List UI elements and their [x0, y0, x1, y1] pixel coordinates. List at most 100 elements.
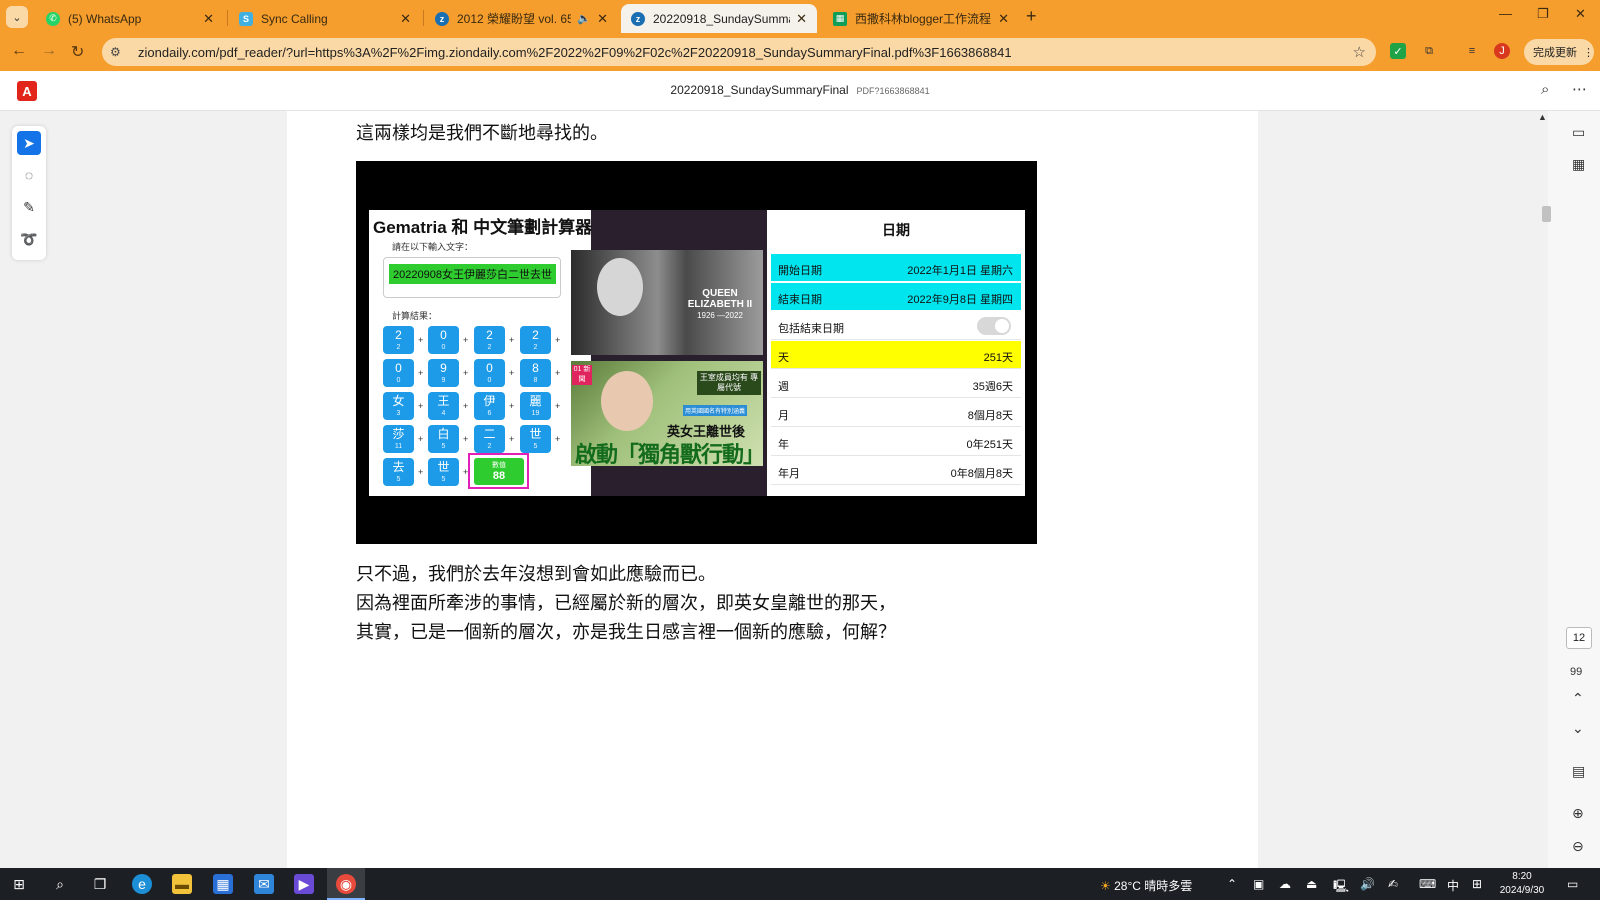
new-tab-button[interactable]: + — [1026, 6, 1037, 27]
queen-portrait-photo: QUEEN ELIZABETH II 1926 —2022 — [571, 250, 763, 355]
whatsapp-icon: ✆ — [46, 11, 60, 26]
lasso-icon[interactable]: ➰ — [17, 227, 41, 251]
right-rail — [1548, 111, 1600, 868]
gematria-cell: 00 — [474, 359, 505, 387]
clock[interactable]: 8:20 2024/9/30 — [1497, 870, 1547, 898]
paragraph-line: 其實，已是一個新的層次，亦是我生日感言裡一個新的應驗，何解？ — [356, 622, 896, 643]
ime-indicator[interactable]: 中 — [1447, 877, 1459, 894]
address-bar[interactable]: ⚙ ziondaily.com/pdf_reader/?url=https%3A… — [102, 38, 1376, 66]
forward-icon[interactable]: → — [41, 42, 57, 60]
task-view-icon[interactable]: ❐ — [90, 874, 110, 894]
restore-icon[interactable]: ❐ — [1537, 6, 1549, 22]
result-value-box: 數值 88 — [468, 453, 529, 489]
plus-sign: + — [418, 401, 424, 411]
embedded-image: Gematria 和 中文筆劃計算器 請在以下輸入文字： 20220908女王伊… — [356, 161, 1037, 544]
profile-avatar[interactable]: J — [1494, 43, 1510, 59]
paragraph-line: 因為裡面所牽涉的事情，已經屬於新的層次，即英女皇離世的那天， — [356, 593, 896, 614]
keyboard-icon[interactable]: ⌨ — [1419, 877, 1436, 891]
zoom-out-icon[interactable]: ⊖ — [1572, 838, 1584, 855]
date-calc-row: 年月 0年8個月8天 — [771, 457, 1021, 485]
pen-icon[interactable]: ✍ — [1388, 877, 1398, 891]
date-calc-row: 年 0年251天 — [771, 428, 1021, 456]
close-icon[interactable]: ✕ — [597, 11, 608, 27]
minimize-icon[interactable]: — — [1499, 6, 1512, 21]
date-calc-row: 結束日期 2022年9月8日 星期四 — [771, 283, 1021, 311]
network-icon[interactable]: 🖳 — [1333, 877, 1349, 898]
plus-sign: + — [509, 434, 515, 444]
gematria-cell: 王4 — [428, 392, 459, 420]
usb-icon[interactable]: ⏏ — [1306, 877, 1317, 891]
plus-sign: + — [463, 335, 469, 345]
close-icon[interactable]: ✕ — [400, 11, 411, 27]
next-page-icon[interactable]: ⌄ — [1572, 720, 1584, 737]
gematria-cell: 白5 — [428, 425, 459, 453]
current-page-input[interactable]: 12 — [1566, 627, 1592, 649]
tab-sunday-summary[interactable]: z 20220918_SundaySummaryFi ✕ — [621, 4, 817, 33]
date-calc-row: 天 251天 — [771, 341, 1021, 369]
tab-strip: ⌄ ✆ (5) WhatsApp ✕ S Sync Calling ✕ z 20… — [0, 0, 1600, 33]
extension-check-icon[interactable]: ✓ — [1390, 43, 1406, 59]
comment-icon[interactable]: ◌ — [17, 163, 41, 187]
search-icon[interactable]: ⌕ — [50, 874, 70, 894]
zoom-in-icon[interactable]: ⊕ — [1572, 805, 1584, 822]
page-settings-icon[interactable]: ▤ — [1572, 763, 1585, 780]
chrome-icon: ◉ — [336, 874, 356, 894]
gematria-cell: 世5 — [520, 425, 551, 453]
tab-whatsapp[interactable]: ✆ (5) WhatsApp ✕ — [36, 4, 224, 33]
draw-pen-icon[interactable]: ✎ — [17, 195, 41, 219]
weather-widget[interactable]: ☀ 28°C 晴時多雲 — [1100, 877, 1192, 894]
more-options-icon[interactable]: ⋯ — [1572, 80, 1587, 98]
mail-icon[interactable]: ✉ — [254, 874, 274, 894]
clipchamp-icon[interactable]: ▶ — [294, 874, 314, 894]
extensions-puzzle-icon[interactable]: ⧉ — [1421, 43, 1437, 59]
plus-sign: + — [463, 368, 469, 378]
onedrive-icon[interactable]: ☁ — [1279, 877, 1291, 891]
microsoft-store-icon[interactable]: ▦ — [213, 874, 233, 894]
tab-blogger-workflow[interactable]: ▦ 西撒科林blogger工作流程 - Go ✕ — [823, 4, 1019, 33]
ime-mode-icon[interactable]: ⊞ — [1472, 877, 1482, 891]
gematria-cell: 00 — [383, 359, 414, 387]
file-explorer-icon[interactable]: ▬ — [172, 874, 192, 894]
date-calc-row: 開始日期 2022年1月1日 星期六 — [771, 254, 1021, 282]
gematria-cell: 22 — [474, 326, 505, 354]
sync-calling-icon: S — [239, 11, 253, 26]
meet-now-icon[interactable]: ▣ — [1253, 877, 1264, 891]
scrollbar-thumb[interactable] — [1542, 206, 1551, 222]
gematria-cell: 二2 — [474, 425, 505, 453]
tab-sync-calling[interactable]: S Sync Calling ✕ — [229, 4, 421, 33]
pdf-header: A 20220918_SundaySummaryFinal PDF?1663868… — [0, 71, 1600, 111]
close-icon[interactable]: ✕ — [203, 11, 214, 27]
bookmark-star-icon[interactable]: ☆ — [1353, 43, 1366, 61]
volume-icon[interactable]: 🔊 — [1360, 877, 1375, 891]
close-icon[interactable]: ✕ — [796, 11, 807, 27]
edge-icon[interactable]: e — [132, 874, 152, 894]
window-close-icon[interactable]: ✕ — [1575, 6, 1586, 22]
gematria-cell: 99 — [428, 359, 459, 387]
thumbnails-icon[interactable]: ▦ — [1572, 156, 1585, 173]
windows-start-icon[interactable]: ⊞ — [9, 874, 29, 894]
search-icon[interactable]: ⌕ — [1541, 81, 1549, 98]
gematria-cell: 世5 — [428, 458, 459, 486]
notifications-icon[interactable]: ▭ — [1567, 877, 1578, 891]
plus-sign: + — [509, 335, 515, 345]
close-icon[interactable]: ✕ — [998, 11, 1009, 27]
site-info-icon[interactable]: ⚙ — [110, 45, 126, 59]
plus-sign: + — [463, 401, 469, 411]
windows-taskbar: ⊞ ⌕ ❐ e ▬ ▦ ✉ ▶ ◉ ☀ 28°C 晴時多雲 ⌃ ▣ ☁ ⏏ 🖳 … — [0, 868, 1600, 900]
previous-page-icon[interactable]: ⌃ — [1572, 690, 1584, 707]
tab-ziondaily-vol658[interactable]: z 2012 榮耀盼望 vol. 658 — 🔈 ✕ — [425, 4, 618, 33]
plus-sign: + — [418, 434, 424, 444]
back-icon[interactable]: ← — [11, 42, 27, 60]
weather-sun-icon: ☀ — [1100, 879, 1111, 893]
select-cursor-icon[interactable]: ➤ — [17, 131, 41, 155]
tab-search-button[interactable]: ⌄ — [6, 6, 28, 28]
total-pages: 99 — [1570, 666, 1583, 678]
update-button[interactable]: 完成更新 ⋮ — [1524, 39, 1594, 65]
plus-sign: + — [463, 434, 469, 444]
show-hidden-icons-icon[interactable]: ⌃ — [1227, 877, 1237, 891]
speaker-icon[interactable]: 🔈 — [577, 12, 591, 25]
comments-panel-icon[interactable]: ▭ — [1572, 124, 1585, 141]
scroll-up-arrow-icon[interactable]: ▲ — [1538, 112, 1547, 122]
reload-icon[interactable]: ↻ — [71, 42, 84, 62]
media-controls-icon[interactable]: ≡ — [1464, 43, 1480, 59]
